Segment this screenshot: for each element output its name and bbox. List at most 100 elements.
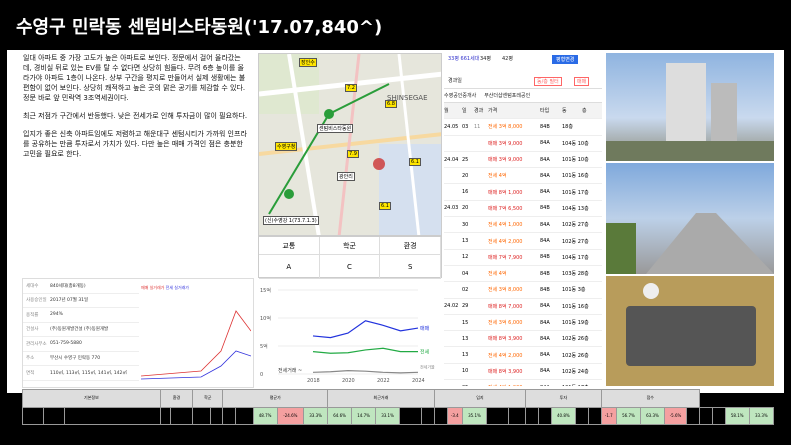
series-label: 전세 xyxy=(420,349,430,356)
deal-cell: 84A xyxy=(540,156,550,163)
bottom-label: 전세거래 ~ xyxy=(278,367,302,374)
info-row: 세대수 840세대(총8개동) xyxy=(23,279,139,294)
deal-row[interactable]: 매매 3억 9,000 84A 104동 10층 xyxy=(444,136,602,152)
deal-cell: 매매 7억 7,900 xyxy=(488,254,523,261)
deal-row[interactable]: 12 매매 7억 7,900 84B 104동 17층 xyxy=(444,250,602,266)
summary-cell: 8.0 xyxy=(433,406,448,425)
deal-cell: 84B xyxy=(540,254,550,261)
deal-row[interactable]: 13 매매 8억 3,900 84A 102동 26층 xyxy=(444,331,602,348)
deal-list: 33평 661세대 34평 42평 평형변경 경과일 동/층 필터 매매 수영공… xyxy=(444,53,602,386)
deal-cell: 84B xyxy=(540,270,550,277)
deal-row[interactable]: 24.03 20 매매 7억 6,500 84B 104동 13층 xyxy=(444,201,602,218)
deal-row[interactable]: 24.02 29 매매 8억 7,000 84A 101동 16층 xyxy=(444,299,602,315)
map-tag[interactable]: 6.1 xyxy=(379,202,391,210)
summary-cell: 40.8% xyxy=(550,406,576,425)
map-tag[interactable]: 수영구청 xyxy=(275,142,298,151)
deal-cell: 16 xyxy=(462,189,469,196)
deal-row[interactable]: 04 전세 4억 84B 103동 28층 xyxy=(444,266,602,283)
y-tick-label: 5억 xyxy=(260,343,268,350)
realtor-name[interactable]: 부산더샵센텀포레공인 xyxy=(484,92,530,99)
location-map[interactable]: 장인수 7.2 6.8 수영구청 7.9 센텀비스타동원 6.1 6.1 (신)… xyxy=(258,53,442,236)
deal-row[interactable]: 02 전세 3억 8,000 84B 101동 3층 xyxy=(444,282,602,299)
summary-cell: 58.1% xyxy=(724,406,750,425)
sale-button[interactable]: 매매 xyxy=(574,77,590,86)
deal-cell: 24.02 xyxy=(444,303,459,310)
summary-cell: 64.6% xyxy=(327,406,353,425)
change-button[interactable]: 평형변경 xyxy=(552,55,579,64)
map-tag[interactable]: 7.9 xyxy=(347,150,359,158)
street-photo xyxy=(606,163,774,274)
info-row: 용적률 294% xyxy=(23,308,139,323)
deal-row[interactable]: 13 전세 4억 2,000 84A 102동 27층 xyxy=(444,233,602,250)
deal-cell: 전세 4억 2,000 xyxy=(488,352,523,359)
deal-row[interactable]: 24.04 25 매매 3억 9,000 84A 101동 10층 xyxy=(444,152,602,169)
summary-cell: 21.06 xyxy=(485,406,509,425)
deal-cell: 전세 3억 6,000 xyxy=(488,320,523,326)
info-row: 관리사무소 051-759-5880 xyxy=(23,337,139,352)
y-tick-label: 0 xyxy=(260,372,263,378)
map-tag[interactable]: 장인수 xyxy=(299,58,317,67)
info-row: 주소 부산시 수영구 민락동 770 xyxy=(23,352,139,366)
summary-cell: 3.5 xyxy=(711,406,726,425)
deal-cell: 84A xyxy=(540,140,550,147)
deal-cell: 18층 xyxy=(562,124,573,131)
deal-cell: 84A xyxy=(540,368,550,375)
summary-cell: 7.8 xyxy=(686,406,700,425)
deal-cell: 101동 17층 xyxy=(562,384,589,386)
info-cell: 면적 xyxy=(26,370,35,376)
deal-header: 33평 661세대 34평 42평 평형변경 경과일 동/층 필터 매매 xyxy=(444,53,602,89)
deal-row[interactable]: 16 매매 8억 1,000 84A 101동 17층 xyxy=(444,184,602,201)
map-tag[interactable]: (신)수영강 1(73.7.1.3) xyxy=(263,216,319,225)
info-cell: 사용승인일 xyxy=(26,298,47,304)
deal-cell: 03 xyxy=(462,123,469,130)
deal-cell: 84A xyxy=(540,319,550,326)
summary-cell: 14.7% xyxy=(351,406,377,425)
deal-cell: 25 xyxy=(462,156,469,163)
deal-cell: 04 xyxy=(462,270,469,277)
grade-header: 환경 xyxy=(380,237,441,255)
ratio-label: 전세가율 xyxy=(420,364,435,370)
map-tag[interactable]: 센텀비스타동원 xyxy=(317,124,354,133)
realtor-row: 수영공인중개사 부산더샵센텀포레공인 xyxy=(444,89,602,103)
summary-cell: -1.7 xyxy=(600,406,618,425)
col-floor: 층 xyxy=(582,108,587,115)
recommend-button[interactable]: 동/층 필터 xyxy=(534,77,562,86)
summary-cell: 1.1 xyxy=(537,406,552,425)
deal-row[interactable]: 30 전세 4억 1,000 84A 102동 27층 xyxy=(444,217,602,234)
col-dong: 동 xyxy=(562,108,567,115)
summary-cell: 33.1% xyxy=(375,406,401,425)
tab-34[interactable]: 34평 xyxy=(480,55,491,62)
tab-42[interactable]: 42평 xyxy=(502,55,513,62)
page-title: 수영구 민락동 센텀비스타동원('17.07,840^) xyxy=(0,0,791,50)
deal-cell: 매매 8억 7,000 xyxy=(488,303,523,310)
deal-cell: 84B xyxy=(540,286,550,293)
deal-row[interactable]: 13 전세 4억 2,000 84A 102동 26층 xyxy=(444,347,602,364)
deal-cell: 24.04 xyxy=(444,156,459,163)
tab-33[interactable]: 33평 661세대 xyxy=(448,55,479,62)
description-text: 일대 아파트 중 가장 고도가 높은 아파트로 보인다. 정문에서 걸어 올라갔… xyxy=(23,53,248,167)
deal-cell: 101동 17층 xyxy=(562,189,589,196)
summary-cell: 6.8 xyxy=(420,406,435,425)
deal-cell: 29 xyxy=(462,303,469,310)
map-brand: SHINSEGAE xyxy=(387,94,428,102)
summary-header-cell: 학군 xyxy=(192,389,224,408)
x-tick-label: 2024 xyxy=(412,378,425,384)
deal-cell: 102동 24층 xyxy=(562,368,589,375)
deal-row[interactable]: 20 전세 4억 84A 101동 16층 xyxy=(444,168,602,185)
realtor-name[interactable]: 수영공인중개사 xyxy=(444,92,476,99)
map-tag[interactable]: 광안리 xyxy=(337,172,355,181)
deal-cell: 84A xyxy=(540,189,550,196)
deal-row[interactable]: 05 전세 4억 1,00084A101동 17층 xyxy=(444,380,602,386)
summary-cell: 3.8 xyxy=(222,406,237,425)
apartment-photo xyxy=(606,53,774,161)
building-icon xyxy=(606,63,774,161)
deal-row[interactable]: 24.05 03 11 전세 3억 8,000 84B 18층 xyxy=(444,119,602,136)
map-tag[interactable]: 7.2 xyxy=(345,84,357,92)
elevator-photo xyxy=(606,276,774,386)
deal-row[interactable]: 10 매매 8억 3,900 84A 102동 24층 xyxy=(444,364,602,381)
deal-row[interactable]: 15 전세 3억 6,000 84A 101동 19층 xyxy=(444,315,602,332)
info-cell: 2017년 07월 31일 xyxy=(50,298,89,304)
map-tag[interactable]: 6.1 xyxy=(409,158,421,166)
series-line-1 xyxy=(312,347,418,354)
info-row: 건설사 (주)동원개발건설 (주)동원개발 xyxy=(23,323,139,337)
